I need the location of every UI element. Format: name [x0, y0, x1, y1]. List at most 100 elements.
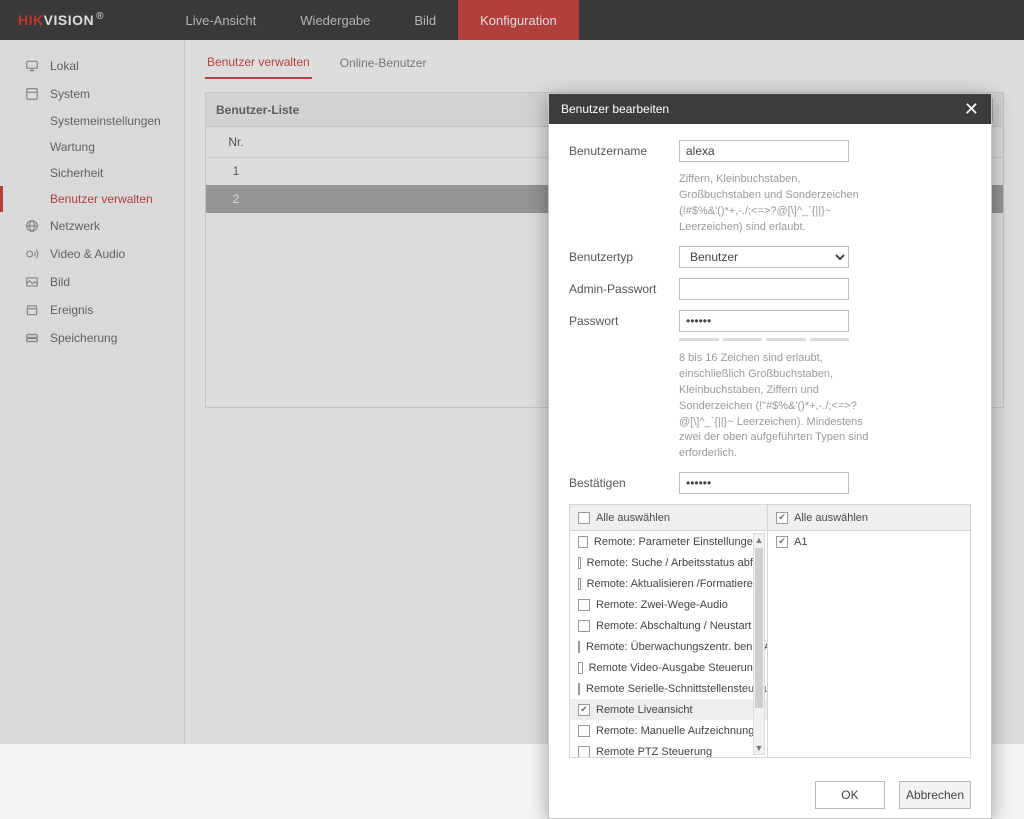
permissions-left: Alle auswählen Remote: Parameter Einstel… — [570, 505, 768, 757]
sidebar-item-videoaudio[interactable]: Video & Audio — [0, 240, 184, 268]
modal-header[interactable]: Benutzer bearbeiten ✕ — [549, 94, 991, 124]
checkbox-icon[interactable] — [578, 557, 581, 569]
checkbox-icon[interactable] — [578, 725, 590, 737]
label-adminpw: Admin-Passwort — [569, 278, 679, 296]
permission-item[interactable]: Remote: Überwachungszentr. ben. / A… — [570, 636, 767, 657]
nav-live[interactable]: Live-Ansicht — [163, 0, 278, 40]
system-icon — [24, 86, 40, 102]
password-field[interactable] — [679, 310, 849, 332]
permission-label: Remote: Manuelle Aufzeichnung — [596, 725, 754, 737]
select-all-left[interactable]: Alle auswählen — [570, 505, 767, 531]
nav-config[interactable]: Konfiguration — [458, 0, 579, 40]
permissions-box: Alle auswählen Remote: Parameter Einstel… — [569, 504, 971, 758]
username-field[interactable] — [679, 140, 849, 162]
cell-nr: 2 — [206, 185, 266, 213]
permission-label: Remote: Parameter Einstellungen — [594, 536, 759, 548]
cell-nr: 1 — [206, 157, 266, 185]
sidebar-item-network[interactable]: Netzwerk — [0, 212, 184, 240]
checkbox-icon[interactable] — [578, 662, 583, 674]
permission-item[interactable]: Remote: Abschaltung / Neustart — [570, 615, 767, 636]
permission-item[interactable]: Remote Liveansicht — [570, 699, 767, 720]
checkbox-icon[interactable] — [578, 683, 580, 695]
sidebar-item-storage[interactable]: Speicherung — [0, 324, 184, 352]
scroll-thumb[interactable] — [755, 548, 763, 708]
permission-item[interactable]: A1 — [768, 531, 970, 552]
sidebar-item-system[interactable]: System — [0, 80, 184, 108]
scrollbar[interactable]: ▲ ▼ — [753, 533, 765, 755]
sidebar-item-event[interactable]: Ereignis — [0, 296, 184, 324]
sidebar-item-label: Netzwerk — [50, 219, 100, 233]
permission-label: A1 — [794, 536, 807, 548]
sidebar-item-image[interactable]: Bild — [0, 268, 184, 296]
image-icon — [24, 274, 40, 290]
scroll-up-icon[interactable]: ▲ — [754, 534, 764, 546]
label-username: Benutzername — [569, 140, 679, 158]
checkbox-icon[interactable] — [578, 578, 581, 590]
permission-label: Remote: Zwei-Wege-Audio — [596, 599, 728, 611]
checkbox-icon[interactable] — [578, 620, 590, 632]
cancel-button[interactable]: Abbrechen — [899, 781, 971, 809]
usertype-select[interactable]: Benutzer — [679, 246, 849, 268]
sidebar-sub-security[interactable]: Sicherheit — [0, 160, 184, 186]
panel-title: Benutzer-Liste — [216, 103, 299, 117]
permission-label: Remote Video-Ausgabe Steuerung — [589, 662, 759, 674]
tab-online-users[interactable]: Online-Benutzer — [338, 48, 429, 78]
scroll-down-icon[interactable]: ▼ — [754, 742, 764, 754]
close-icon[interactable]: ✕ — [964, 100, 979, 118]
label-password: Passwort — [569, 310, 679, 328]
permission-item[interactable]: Remote: Aktualisieren /Formatieren — [570, 573, 767, 594]
permission-label: Remote Liveansicht — [596, 704, 693, 716]
password-strength-meter — [679, 338, 849, 341]
edit-user-modal: Benutzer bearbeiten ✕ Benutzername Ziffe… — [548, 93, 992, 819]
modal-title: Benutzer bearbeiten — [561, 102, 669, 116]
checkbox-icon[interactable] — [578, 746, 590, 758]
permission-label: Remote: Aktualisieren /Formatieren — [587, 578, 759, 590]
sidebar-item-label: System — [50, 87, 90, 101]
checkbox-icon[interactable] — [776, 512, 788, 524]
sidebar-item-local[interactable]: Lokal — [0, 52, 184, 80]
ok-button[interactable]: OK — [815, 781, 885, 809]
sidebar-sub-settings[interactable]: Systemeinstellungen — [0, 108, 184, 134]
hint-username: Ziffern, Kleinbuchstaben, Großbuchstaben… — [679, 172, 869, 236]
select-all-right[interactable]: Alle auswählen — [768, 505, 970, 531]
monitor-icon — [24, 58, 40, 74]
checkbox-icon[interactable] — [578, 599, 590, 611]
sidebar-item-label: Lokal — [50, 59, 79, 73]
permission-item[interactable]: Remote Video-Ausgabe Steuerung — [570, 657, 767, 678]
select-all-label: Alle auswählen — [596, 512, 670, 524]
hint-password: 8 bis 16 Zeichen sind erlaubt, einschlie… — [679, 351, 869, 463]
checkbox-icon[interactable] — [776, 536, 788, 548]
checkbox-icon[interactable] — [578, 641, 580, 653]
checkbox-icon[interactable] — [578, 512, 590, 524]
top-nav: Live-Ansicht Wiedergabe Bild Konfigurati… — [163, 0, 578, 40]
sidebar-item-label: Speicherung — [50, 331, 117, 345]
permission-item[interactable]: Remote: Suche / Arbeitsstatus abfr. — [570, 552, 767, 573]
label-usertype: Benutzertyp — [569, 246, 679, 264]
permission-label: Remote PTZ Steuerung — [596, 746, 712, 758]
sidebar-item-label: Ereignis — [50, 303, 93, 317]
confirm-password-field[interactable] — [679, 472, 849, 494]
permission-item[interactable]: Remote Serielle-Schnittstellensteuerung — [570, 678, 767, 699]
checkbox-icon[interactable] — [578, 536, 588, 548]
sidebar-sub-users[interactable]: Benutzer verwalten — [0, 186, 184, 212]
brand-registered: ® — [96, 11, 103, 22]
permissions-right: Alle auswählen A1 — [768, 505, 970, 757]
checkbox-icon[interactable] — [578, 704, 590, 716]
video-audio-icon — [24, 246, 40, 262]
permission-item[interactable]: Remote: Zwei-Wege-Audio — [570, 594, 767, 615]
admin-password-field[interactable] — [679, 278, 849, 300]
brand-hik: HIK — [18, 12, 44, 28]
sidebar-sub-maintenance[interactable]: Wartung — [0, 134, 184, 160]
permission-label: Remote: Überwachungszentr. ben. / A… — [586, 641, 767, 653]
nav-playback[interactable]: Wiedergabe — [278, 0, 392, 40]
permission-item[interactable]: Remote: Parameter Einstellungen — [570, 531, 767, 552]
sidebar-item-label: Video & Audio — [50, 247, 125, 261]
permission-label: Remote Serielle-Schnittstellensteuerung — [586, 683, 767, 695]
permission-label: Remote: Abschaltung / Neustart — [596, 620, 751, 632]
permission-item[interactable]: Remote: Manuelle Aufzeichnung — [570, 720, 767, 741]
label-confirm: Bestätigen — [569, 472, 679, 490]
nav-picture[interactable]: Bild — [392, 0, 458, 40]
select-all-label: Alle auswählen — [794, 512, 868, 524]
tab-manage-users[interactable]: Benutzer verwalten — [205, 47, 312, 79]
col-nr: Nr. — [206, 127, 266, 157]
